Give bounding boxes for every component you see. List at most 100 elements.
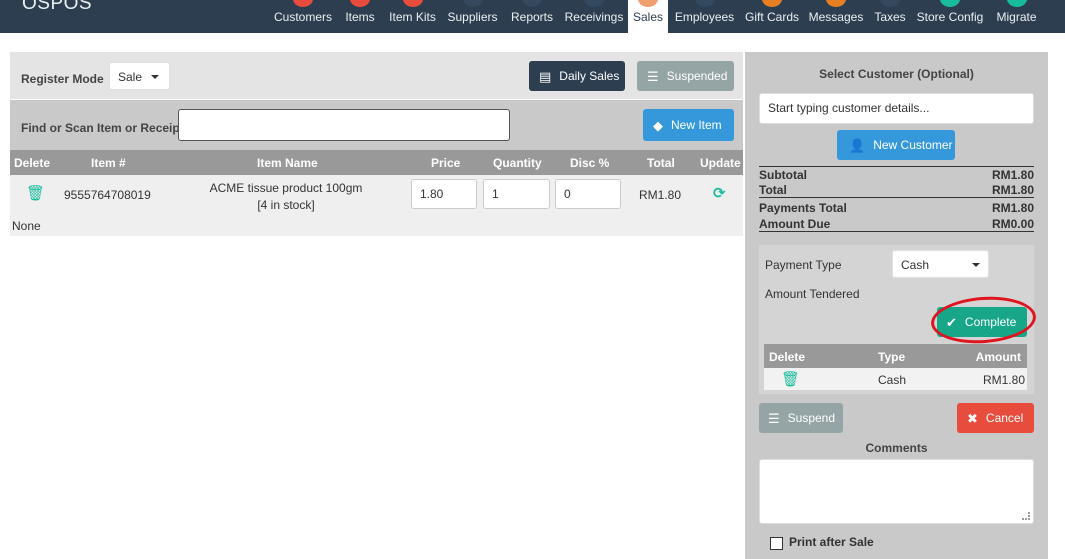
nav-item-receivings[interactable]: Receivings xyxy=(562,0,626,33)
payment-amount: RM1.80 xyxy=(982,373,1025,387)
brand-logo[interactable]: OSPOS xyxy=(22,0,92,15)
list-icon: ☰ xyxy=(768,410,780,426)
register-mode-label: Register Mode xyxy=(21,72,104,86)
nav-item-gift-cards[interactable]: Gift Cards xyxy=(740,0,804,33)
nav-module-icon xyxy=(880,0,900,7)
register-mode-select[interactable]: Sale xyxy=(109,62,170,90)
nav-item-messages[interactable]: Messages xyxy=(807,0,865,33)
cancel-button[interactable]: ✖ Cancel xyxy=(957,403,1034,433)
col-price: Price xyxy=(431,156,461,170)
close-icon: ✖ xyxy=(967,410,978,426)
resize-grip-icon[interactable] xyxy=(1022,512,1030,520)
nav-item-sales[interactable]: Sales xyxy=(628,0,668,33)
payment-type-select[interactable]: Cash xyxy=(892,250,989,278)
find-item-bar: Find or Scan Item or Receipt ◆ New Item xyxy=(10,100,743,150)
find-item-label: Find or Scan Item or Receipt xyxy=(21,121,184,135)
top-navbar: OSPOS Customers Items Item Kits Suppliers Re… xyxy=(0,0,1065,33)
trash-icon[interactable]: 🗑 xyxy=(781,370,800,388)
nav-module-icon xyxy=(1006,0,1027,7)
subtotal-label: Subtotal xyxy=(759,168,807,182)
amount-tendered-label: Amount Tendered xyxy=(765,287,860,301)
nav-module-icon xyxy=(462,0,483,7)
find-item-input[interactable] xyxy=(178,109,510,141)
table-row: 🗑 Cash RM1.80 xyxy=(764,368,1027,390)
refresh-icon[interactable]: ⟳ xyxy=(713,184,726,202)
nav-module-icon xyxy=(638,0,658,7)
col-delete: Delete xyxy=(14,156,51,170)
payments-total-row: Payments Total RM1.80 xyxy=(759,200,1034,216)
new-customer-button[interactable]: 👤 New Customer xyxy=(837,130,955,160)
total-row: Total RM1.80 xyxy=(759,182,1034,198)
tag-icon: ◆ xyxy=(653,117,663,133)
nav-item-taxes[interactable]: Taxes xyxy=(871,0,909,33)
trash-icon[interactable]: 🗑 xyxy=(26,184,45,202)
totals-table: Subtotal RM1.80 Total RM1.80 Payments To… xyxy=(759,166,1034,232)
payment-type-value: Cash xyxy=(901,258,930,272)
nav-label: Sales xyxy=(632,10,664,24)
payment-type-label: Payment Type xyxy=(765,258,842,272)
nav-item-item-kits[interactable]: Item Kits xyxy=(384,0,441,33)
subtotal-value: RM1.80 xyxy=(991,168,1034,182)
payments-total-value: RM1.80 xyxy=(991,201,1034,215)
col-item-name: Item Name xyxy=(257,156,318,170)
nav-label: Employees xyxy=(674,10,735,24)
list-icon: ▤ xyxy=(539,68,552,84)
nav-item-store-config[interactable]: Store Config xyxy=(913,0,987,33)
print-after-sale-label: Print after Sale xyxy=(789,535,874,549)
comments-textarea[interactable] xyxy=(759,459,1034,524)
nav-label: Receivings xyxy=(564,10,624,24)
nav-label: Customers xyxy=(273,10,332,24)
nav-module-icon xyxy=(940,0,960,7)
payments-total-label: Payments Total xyxy=(759,201,847,215)
suspended-label: Suspended xyxy=(666,69,728,83)
new-item-label: New Item xyxy=(671,118,722,132)
table-row: 🗑 9555764708019 ACME tissue product 100g… xyxy=(10,175,743,236)
price-input[interactable]: 1.80 xyxy=(411,179,477,209)
payment-type: Cash xyxy=(878,373,907,387)
nav-label: Reports xyxy=(510,10,554,24)
new-item-button[interactable]: ◆ New Item xyxy=(643,109,734,141)
nav-item-migrate[interactable]: Migrate xyxy=(991,0,1042,33)
nav-label: Suppliers xyxy=(447,10,498,24)
nav-module-icon xyxy=(826,0,846,7)
quantity-input[interactable]: 1 xyxy=(483,179,550,209)
cart-table-header: Delete Item # Item Name Price Quantity D… xyxy=(10,150,743,175)
customer-search-input[interactable]: Start typing customer details... xyxy=(759,93,1034,124)
amount-due-label: Amount Due xyxy=(759,217,831,231)
nav-module-icon xyxy=(522,0,542,7)
nav-item-items[interactable]: Items xyxy=(338,0,382,33)
nav-module-icon xyxy=(350,0,370,7)
print-after-sale-checkbox[interactable] xyxy=(770,537,783,550)
nav-label: Store Config xyxy=(916,10,984,24)
item-name: ACME tissue product 100gm xyxy=(209,181,363,195)
item-name-cell: ACME tissue product 100gm [4 in stock] xyxy=(186,180,386,214)
row-total: RM1.80 xyxy=(639,188,682,202)
payment-box: Payment Type Cash Amount Tendered ✔ Comp… xyxy=(759,245,1038,394)
amount-due-row: Amount Due RM0.00 xyxy=(759,216,1034,232)
suspended-button[interactable]: ☰ Suspended xyxy=(637,61,734,91)
chevron-down-icon xyxy=(151,75,159,79)
pay-col-delete: Delete xyxy=(769,350,806,364)
discount-input[interactable]: 0 xyxy=(555,179,621,209)
nav-item-employees[interactable]: Employees xyxy=(671,0,738,33)
item-number: 9555764708019 xyxy=(64,188,151,202)
select-customer-title: Select Customer (Optional) xyxy=(819,67,974,81)
nav-module-icon xyxy=(762,0,782,7)
subtotal-row: Subtotal RM1.80 xyxy=(759,166,1034,182)
suspend-button[interactable]: ☰ Suspend xyxy=(759,403,843,433)
nav-item-customers[interactable]: Customers xyxy=(271,0,335,33)
register-mode-value: Sale xyxy=(118,70,143,84)
annotation-circle xyxy=(929,293,1038,347)
suspend-label: Suspend xyxy=(787,411,836,425)
list-icon: ☰ xyxy=(647,68,659,84)
nav-module-icon xyxy=(402,0,423,7)
daily-sales-button[interactable]: ▤ Daily Sales xyxy=(529,61,625,91)
nav-module-icon xyxy=(584,0,604,7)
item-stock: [4 in stock] xyxy=(257,198,315,212)
col-update: Update xyxy=(700,156,741,170)
nav-module-icon xyxy=(694,0,715,7)
nav-item-reports[interactable]: Reports xyxy=(506,0,558,33)
comments-label: Comments xyxy=(865,441,928,455)
new-customer-label: New Customer xyxy=(873,138,953,152)
nav-item-suppliers[interactable]: Suppliers xyxy=(444,0,501,33)
